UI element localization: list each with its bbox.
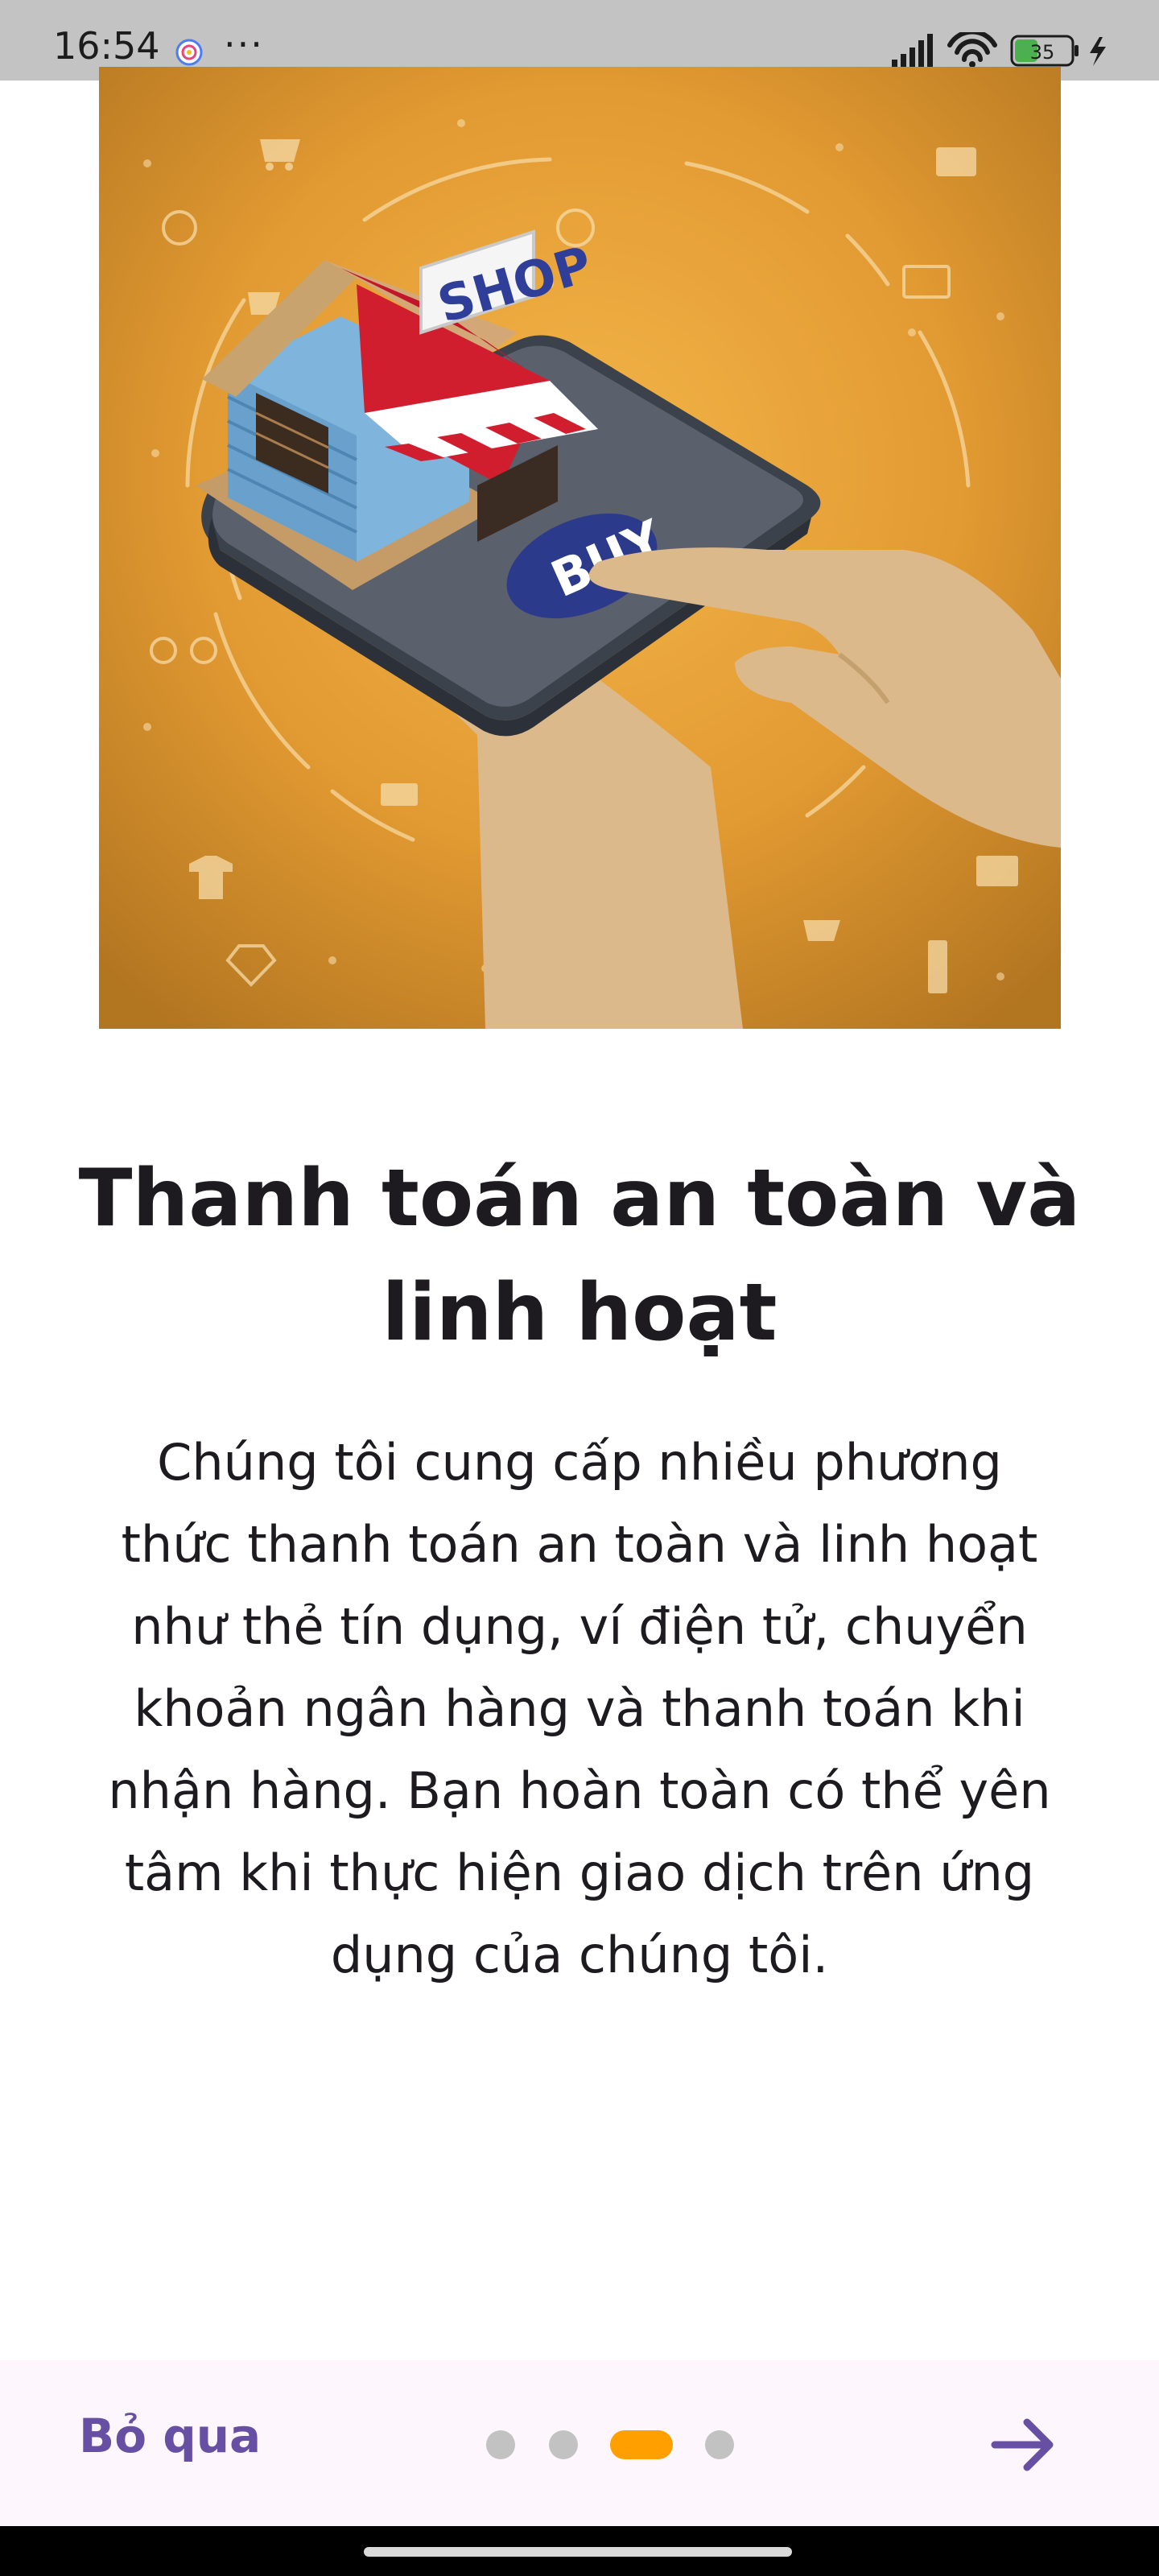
page-title: Thanh toán an toàn và linh hoạt: [78, 1153, 1081, 1359]
system-nav-bar: [0, 2526, 1159, 2576]
page-dot-2[interactable]: [549, 2430, 578, 2459]
page-dot-1[interactable]: [486, 2430, 515, 2459]
page-dot-3-active[interactable]: [610, 2430, 673, 2459]
onboarding-footer: Bỏ qua: [0, 2360, 1159, 2526]
next-arrow-icon[interactable]: [984, 2405, 1064, 2485]
battery-icon: 35: [1010, 35, 1079, 67]
app-notification-icon: [175, 39, 203, 66]
svg-text:35: 35: [1030, 41, 1055, 64]
onboarding-screen: 16:54 ··· 35 BUY SHOP Thanh toán an toàn…: [0, 0, 1159, 2576]
charging-icon: [1090, 37, 1106, 66]
skip-button[interactable]: Bỏ qua: [79, 2409, 261, 2463]
status-icons: 35: [892, 32, 1106, 68]
status-time: 16:54: [53, 24, 160, 68]
signal-icon: [892, 34, 933, 68]
wifi-icon: [947, 32, 997, 68]
more-notifications-icon: ···: [224, 23, 264, 66]
home-indicator[interactable]: [364, 2547, 792, 2557]
page-description: Chúng tôi cung cấp nhiều phương thức tha…: [108, 1433, 1051, 1984]
page-dot-4[interactable]: [705, 2430, 734, 2459]
online-shop-illustration: BUY SHOP: [99, 67, 1061, 1029]
